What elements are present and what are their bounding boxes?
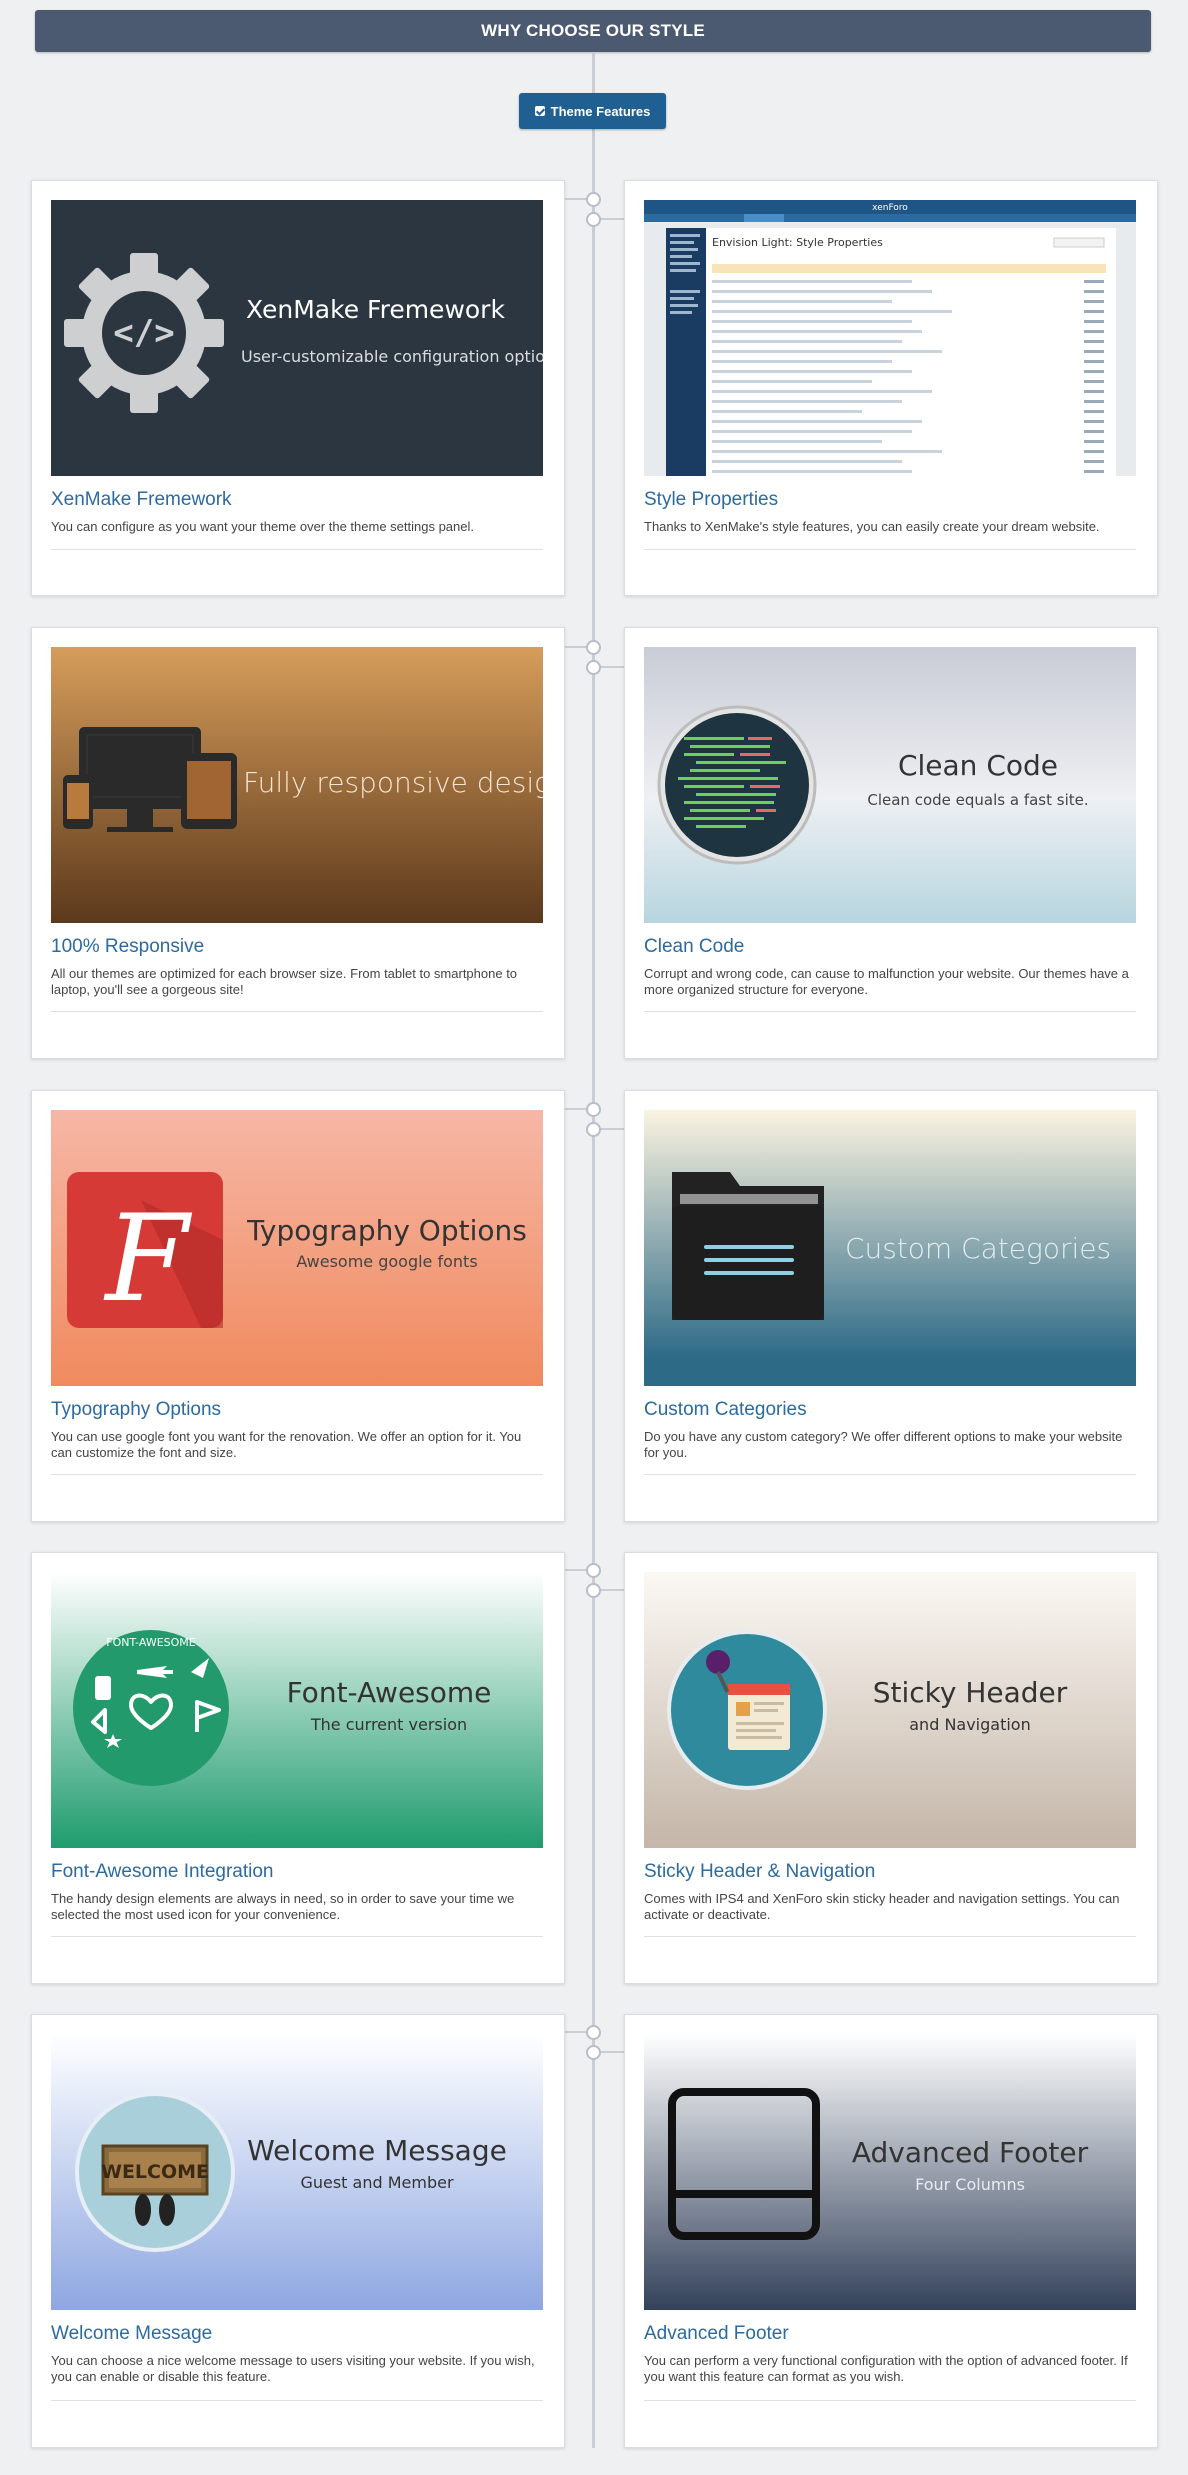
- divider: [644, 1011, 1136, 1012]
- image-title: XenMake Fremework: [246, 295, 505, 324]
- feature-card-style-properties: xenForo Envision Light: Style Properties: [624, 180, 1158, 596]
- timeline-dot: [586, 212, 601, 227]
- svg-text:xenForo: xenForo: [872, 203, 908, 213]
- feature-card-clean-code: Clean Code Clean code equals a fast site…: [624, 627, 1158, 1059]
- divider: [51, 1474, 543, 1475]
- feature-card-framework: </> XenMake Fremework User-customizable …: [31, 180, 565, 596]
- card-title: Font-Awesome Integration: [51, 1861, 274, 1882]
- divider: [644, 1474, 1136, 1475]
- image-title: Sticky Header: [873, 1676, 1068, 1709]
- card-description: All our themes are optimized for each br…: [51, 966, 518, 997]
- timeline-dot: [586, 1563, 601, 1578]
- card-image: Sticky Header and Navigation: [644, 1572, 1136, 1848]
- image-subtitle: Awesome google fonts: [296, 1252, 477, 1271]
- image-title: Fully responsive design: [243, 766, 543, 799]
- svg-text:F: F: [103, 1190, 192, 1329]
- mat-text: WELCOME: [101, 2161, 209, 2183]
- pin-browser-icon: Sticky Header and Navigation: [667, 1630, 1068, 1790]
- divider: [51, 1936, 543, 1937]
- timeline-dot: [586, 640, 601, 655]
- feature-card-welcome-message: WELCOME Welcome Message Guest and Member…: [31, 2014, 565, 2448]
- section-title: WHY CHOOSE OUR STYLE: [35, 10, 1151, 52]
- image-subtitle: Clean code equals a fast site.: [867, 791, 1088, 809]
- card-image: WELCOME Welcome Message Guest and Member: [51, 2034, 543, 2310]
- footer-layout-icon: Advanced Footer Four Columns: [668, 2088, 1089, 2240]
- card-image: Custom Categories: [644, 1110, 1136, 1386]
- card-description: You can choose a nice welcome message to…: [51, 2353, 535, 2384]
- folder-icon: Custom Categories: [672, 1172, 1111, 1320]
- card-description: The handy design elements are always in …: [51, 1891, 515, 1922]
- screenshot-style-properties: xenForo Envision Light: Style Properties: [644, 200, 1136, 476]
- image-title: Custom Categories: [845, 1232, 1111, 1265]
- timeline-dot: [586, 192, 601, 207]
- feature-card-custom-categories: Custom Categories Custom Categories Do y…: [624, 1090, 1158, 1522]
- card-description: Thanks to XenMake's style features, you …: [644, 519, 1100, 534]
- gear-code-icon: </> XenMake Fremework User-customizable …: [64, 253, 543, 413]
- image-title: Clean Code: [898, 749, 1058, 782]
- card-description: You can use google font you want for the…: [51, 1429, 522, 1460]
- welcome-mat-icon: WELCOME Welcome Message Guest and Member: [75, 2092, 507, 2252]
- image-subtitle: User-customizable configuration options.: [241, 347, 543, 366]
- card-description: Comes with IPS4 and XenForo skin sticky …: [644, 1891, 1120, 1922]
- image-subtitle: Guest and Member: [300, 2173, 454, 2192]
- code-circle-icon: Clean Code Clean code equals a fast site…: [657, 705, 1089, 865]
- card-title: Welcome Message: [51, 2323, 213, 2344]
- feature-card-responsive: Fully responsive design 100% Responsive …: [31, 627, 565, 1059]
- divider: [51, 1011, 543, 1012]
- card-title: Style Properties: [644, 489, 779, 510]
- card-image: xenForo Envision Light: Style Properties: [644, 200, 1136, 476]
- card-title: Typography Options: [51, 1399, 222, 1420]
- timeline-dot: [586, 2045, 601, 2060]
- card-description: You can perform a very functional config…: [644, 2353, 1128, 2384]
- card-description: Do you have any custom category? We offe…: [644, 1429, 1123, 1460]
- svg-text:</>: </>: [113, 313, 174, 353]
- card-image: Advanced Footer Four Columns: [644, 2034, 1136, 2310]
- devices-icon: Fully responsive design: [63, 727, 543, 832]
- divider: [644, 549, 1136, 550]
- image-title: Advanced Footer: [852, 2136, 1089, 2169]
- feature-card-advanced-footer: Advanced Footer Four Columns Advanced Fo…: [624, 2014, 1158, 2448]
- image-title: Font-Awesome: [287, 1676, 492, 1709]
- timeline-line: [592, 52, 595, 2448]
- divider: [51, 2400, 543, 2401]
- card-title: Custom Categories: [644, 1399, 807, 1420]
- card-description: You can configure as you want your theme…: [51, 519, 475, 534]
- card-title: Clean Code: [644, 936, 745, 957]
- card-title: Sticky Header & Navigation: [644, 1861, 876, 1882]
- card-title: 100% Responsive: [51, 936, 205, 957]
- image-subtitle: and Navigation: [909, 1715, 1030, 1734]
- card-description: Corrupt and wrong code, can cause to mal…: [644, 966, 1129, 997]
- font-awesome-badge-icon: FONT-AWESOME Font-Awesome The current ve…: [73, 1630, 492, 1786]
- divider: [644, 1936, 1136, 1937]
- timeline-dot: [586, 1583, 601, 1598]
- card-image: FONT-AWESOME Font-Awesome The current ve…: [51, 1572, 543, 1848]
- card-title: Advanced Footer: [644, 2323, 789, 2344]
- theme-features-label: Theme Features: [550, 103, 651, 119]
- screenshot-heading: Envision Light: Style Properties: [712, 236, 883, 249]
- card-image: Fully responsive design: [51, 647, 543, 923]
- theme-features-button[interactable]: Theme Features: [519, 93, 666, 129]
- image-subtitle: Four Columns: [915, 2175, 1025, 2194]
- card-title: XenMake Fremework: [51, 489, 232, 510]
- timeline-dot: [586, 1102, 601, 1117]
- card-image: F Typography Options Awesome google font…: [51, 1110, 543, 1386]
- timeline-dot: [586, 660, 601, 675]
- checkbox-icon: [534, 106, 545, 116]
- feature-card-font-awesome: FONT-AWESOME Font-Awesome The current ve…: [31, 1552, 565, 1984]
- badge-text: FONT-AWESOME: [106, 1636, 196, 1649]
- image-subtitle: The current version: [310, 1715, 467, 1734]
- font-f-icon: F Typography Options Awesome google font…: [67, 1172, 527, 1329]
- divider: [51, 549, 543, 550]
- image-title: Typography Options: [246, 1214, 527, 1247]
- divider: [644, 2400, 1136, 2401]
- card-image: Clean Code Clean code equals a fast site…: [644, 647, 1136, 923]
- image-title: Welcome Message: [247, 2134, 507, 2167]
- card-image: </> XenMake Fremework User-customizable …: [51, 200, 543, 476]
- timeline-dot: [586, 2025, 601, 2040]
- timeline-dot: [586, 1122, 601, 1137]
- feature-card-sticky-header: Sticky Header and Navigation Sticky Head…: [624, 1552, 1158, 1984]
- feature-card-typography: F Typography Options Awesome google font…: [31, 1090, 565, 1522]
